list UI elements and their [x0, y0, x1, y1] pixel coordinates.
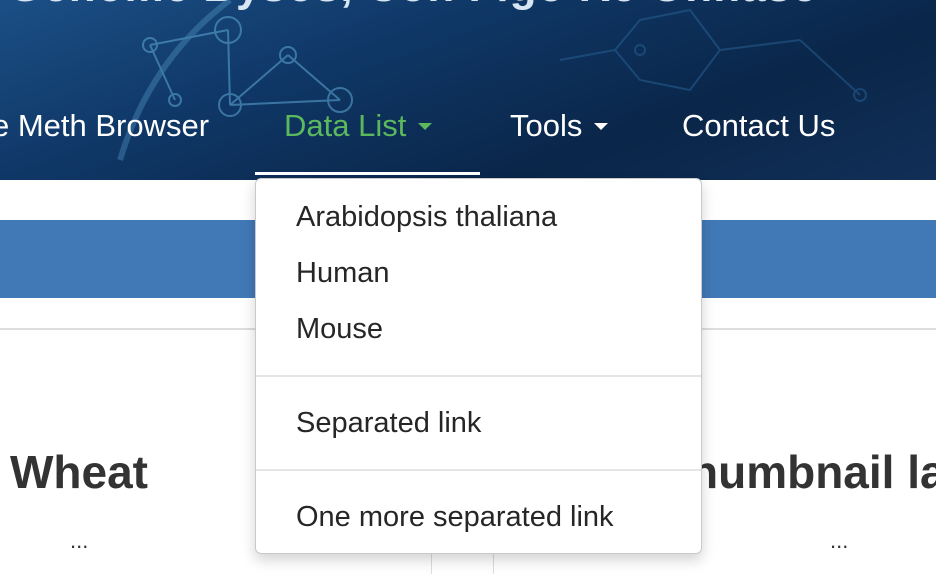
- main-nav: e Meth Browser Data List Tools Contact U…: [0, 100, 936, 180]
- card-more-text: ...: [830, 528, 849, 553]
- nav-tools[interactable]: Tools: [510, 100, 609, 152]
- active-tab-indicator: [255, 172, 480, 175]
- menu-item-separated-link[interactable]: Separated link: [296, 405, 481, 441]
- nav-contact-us[interactable]: Contact Us: [682, 100, 835, 152]
- card-title-thumbnail: humbnail la: [690, 446, 936, 498]
- header-banner: Genome Bysos, Con Figo Re Onnase e Meth …: [0, 0, 936, 180]
- nav-data-list-label: Data List: [284, 108, 407, 143]
- site-title: Genome Bysos, Con Figo Re Onnase: [8, 0, 817, 12]
- menu-divider: [256, 469, 701, 471]
- nav-meth-browser-label: e Meth Browser: [0, 108, 210, 143]
- menu-item-human[interactable]: Human: [296, 255, 390, 291]
- menu-item-mouse[interactable]: Mouse: [296, 311, 383, 347]
- nav-contact-us-label: Contact Us: [682, 108, 836, 143]
- card-title-wheat: Wheat: [10, 446, 148, 498]
- card-more-text: ...: [70, 528, 89, 553]
- menu-item-one-more-separated-link[interactable]: One more separated link: [296, 499, 614, 535]
- caret-down-icon: [418, 122, 433, 130]
- menu-divider: [256, 375, 701, 377]
- caret-down-icon: [594, 122, 609, 130]
- nav-meth-browser[interactable]: e Meth Browser: [0, 100, 209, 152]
- nav-data-list[interactable]: Data List: [284, 100, 433, 152]
- page: Genome Bysos, Con Figo Re Onnase e Meth …: [0, 0, 936, 574]
- nav-tools-label: Tools: [510, 108, 583, 143]
- menu-item-arabidopsis[interactable]: Arabidopsis thaliana: [296, 199, 557, 235]
- data-list-dropdown-menu: Arabidopsis thaliana Human Mouse Separat…: [255, 178, 702, 554]
